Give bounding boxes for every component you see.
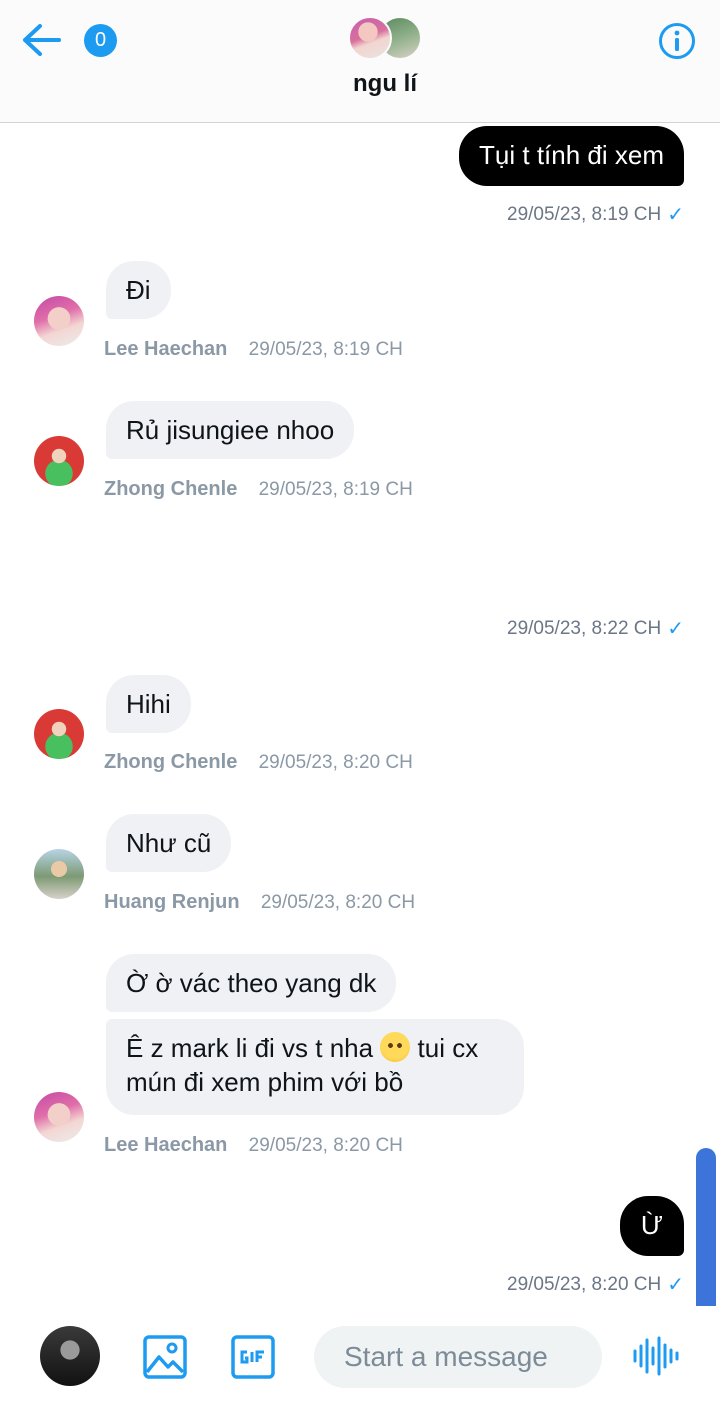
timestamp: 29/05/23, 8:20 CH bbox=[507, 1273, 662, 1295]
message-meta: Zhong Chenle 29/05/23, 8:19 CH bbox=[104, 478, 413, 501]
message-timestamp: 29/05/23, 8:20 CH ✓ bbox=[507, 1272, 684, 1297]
message-bubble-outgoing[interactable]: Tụi t tính đi xem bbox=[459, 126, 684, 186]
pleading-face-emoji bbox=[380, 1032, 411, 1062]
message-text: mún đi xem phim với bồ bbox=[126, 1067, 404, 1097]
group-avatars[interactable] bbox=[348, 16, 428, 60]
message-meta: Lee Haechan 29/05/23, 8:19 CH bbox=[104, 338, 403, 361]
message-bubble-incoming[interactable]: Hihi bbox=[106, 675, 191, 733]
unread-badge: 0 bbox=[84, 24, 117, 57]
message-composer bbox=[0, 1306, 720, 1403]
timestamp: 29/05/23, 8:20 CH bbox=[248, 1135, 403, 1156]
check-icon: ✓ bbox=[667, 618, 684, 640]
message-meta: Zhong Chenle 29/05/23, 8:20 CH bbox=[104, 751, 413, 774]
message-meta: Huang Renjun 29/05/23, 8:20 CH bbox=[104, 891, 415, 914]
gif-icon bbox=[231, 1335, 275, 1379]
timestamp: 29/05/23, 8:20 CH bbox=[258, 752, 413, 773]
message-bubble-incoming[interactable]: Ê z mark li đi vs t nha tui cx mún đi xe… bbox=[106, 1019, 524, 1115]
message-bubble-incoming[interactable]: Rủ jisungiee nhoo bbox=[106, 401, 355, 459]
message-bubble-outgoing[interactable]: Ừ bbox=[620, 1196, 684, 1256]
avatar[interactable] bbox=[34, 709, 84, 759]
sender-name: Lee Haechan bbox=[104, 1134, 228, 1156]
message-input[interactable] bbox=[314, 1326, 602, 1388]
timestamp: 29/05/23, 8:19 CH bbox=[258, 479, 413, 500]
scrollbar[interactable] bbox=[696, 1148, 716, 1306]
timestamp: 29/05/23, 8:20 CH bbox=[260, 892, 416, 913]
timestamp: 29/05/23, 8:19 CH bbox=[248, 339, 403, 360]
message-meta: Lee Haechan 29/05/23, 8:20 CH bbox=[104, 1134, 403, 1157]
timestamp: 29/05/23, 8:22 CH bbox=[507, 617, 662, 639]
voice-waveform-icon bbox=[633, 1336, 679, 1376]
arrow-left-icon bbox=[23, 24, 61, 56]
back-button[interactable] bbox=[20, 22, 62, 58]
message-bubble-incoming[interactable]: Ờ ờ vác theo yang dk bbox=[106, 954, 397, 1012]
sender-name: Lee Haechan bbox=[104, 338, 228, 360]
sender-name: Zhong Chenle bbox=[104, 751, 238, 773]
avatar[interactable] bbox=[34, 436, 84, 486]
sender-name: Huang Renjun bbox=[104, 891, 240, 913]
avatar[interactable] bbox=[34, 849, 84, 899]
timestamp: 29/05/23, 8:19 CH bbox=[507, 203, 662, 225]
avatar[interactable] bbox=[40, 1326, 100, 1386]
image-icon bbox=[143, 1335, 187, 1379]
avatar[interactable] bbox=[34, 296, 84, 346]
message-bubble-incoming[interactable]: Đi bbox=[106, 261, 171, 319]
message-text: Ê z mark li đi vs t nha bbox=[126, 1033, 374, 1063]
voice-message-button[interactable] bbox=[632, 1336, 682, 1376]
message-text: tui cx bbox=[417, 1033, 479, 1063]
avatar bbox=[348, 16, 392, 60]
sender-name: Zhong Chenle bbox=[104, 478, 238, 500]
message-bubble-incoming[interactable]: Như cũ bbox=[106, 814, 232, 872]
check-icon: ✓ bbox=[667, 1274, 684, 1296]
image-button[interactable] bbox=[142, 1334, 188, 1380]
info-icon bbox=[659, 23, 695, 59]
message-timestamp: 29/05/23, 8:19 CH ✓ bbox=[507, 202, 684, 227]
gif-button[interactable] bbox=[230, 1334, 276, 1380]
message-timestamp: 29/05/23, 8:22 CH ✓ bbox=[507, 616, 684, 641]
avatar[interactable] bbox=[34, 1092, 84, 1142]
conversation-title[interactable]: ngu lí bbox=[0, 70, 720, 98]
conversation-header: 0 ngu lí bbox=[0, 0, 720, 123]
info-button[interactable] bbox=[658, 22, 696, 60]
check-icon: ✓ bbox=[667, 204, 684, 226]
